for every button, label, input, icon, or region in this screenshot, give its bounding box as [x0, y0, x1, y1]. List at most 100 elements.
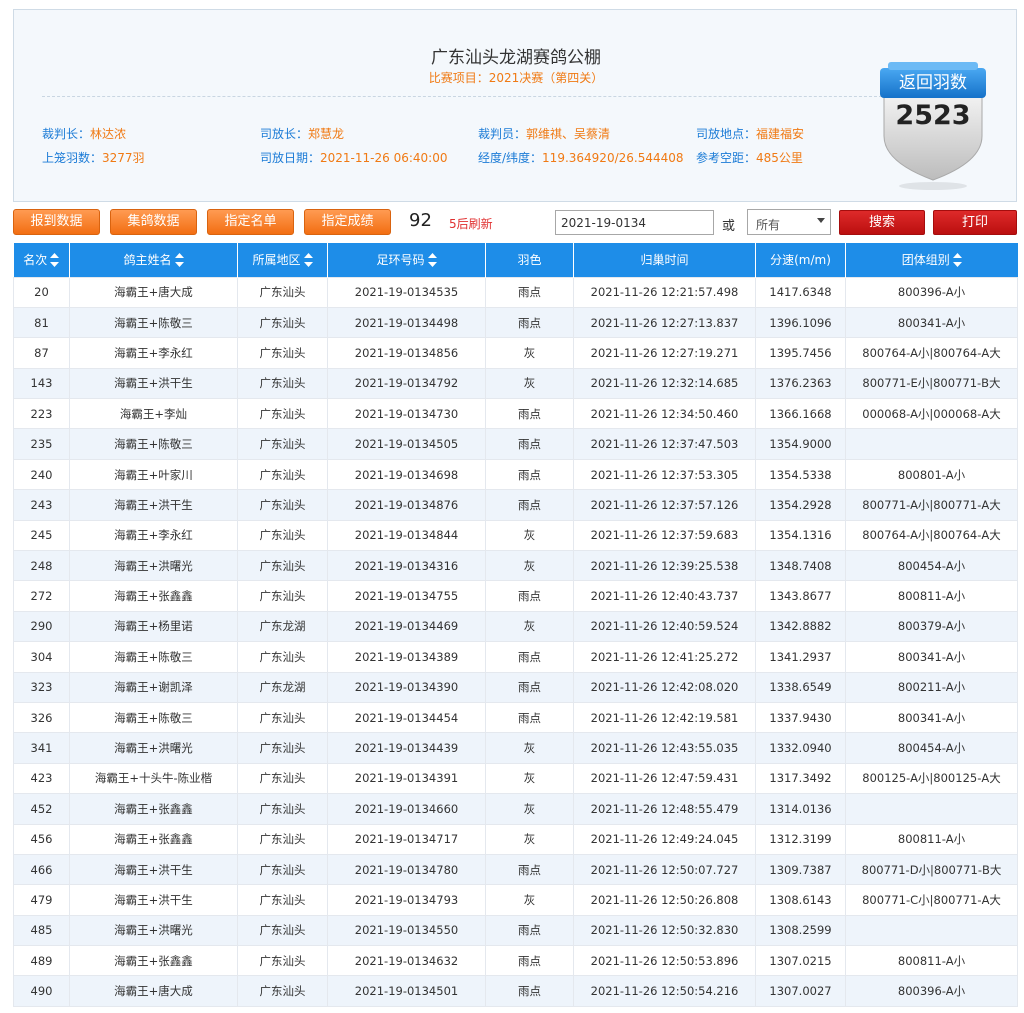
feather-color-cell: 雨点 — [485, 641, 574, 673]
team-group-cell: 000068-A小|000068-A大 — [845, 398, 1018, 430]
team-group-cell: 800771-E小|800771-B大 — [845, 367, 1018, 400]
ring-number-cell: 2021-19-0134389 — [327, 641, 486, 673]
speed-cell: 1314.0136 — [755, 793, 846, 825]
rank-cell: 81 — [13, 306, 70, 339]
ring-number-search-input[interactable] — [555, 210, 714, 235]
arrival-time-cell: 2021-11-26 12:49:24.045 — [573, 823, 756, 855]
column-owner-name[interactable]: 鸽主姓名 — [69, 243, 238, 277]
sort-icon — [50, 253, 60, 268]
owner-name-cell: 海霸王+谢凯泽 — [69, 671, 238, 703]
arrival-time-cell: 2021-11-26 12:40:43.737 — [573, 580, 756, 612]
table-row: 479 海霸王+洪干生 广东汕头 2021-19-0134793 灰 2021-11-26… — [13, 884, 1018, 916]
team-group-cell: 800811-A小 — [845, 945, 1018, 977]
table-row: 248 海霸王+洪曙光 广东汕头 2021-19-0134316 灰 2021-11-26… — [13, 550, 1018, 582]
team-group-cell — [845, 914, 1018, 947]
race-project-value: 2021决赛（第四关） — [488, 71, 604, 85]
returned-count-label: 返回羽数 — [899, 73, 967, 93]
table-row: 235 海霸王+陈敬三 广东汕头 2021-19-0134505 雨点 2021-11-2… — [13, 428, 1018, 460]
rank-cell: 240 — [13, 458, 70, 491]
feather-color-cell: 灰 — [485, 550, 574, 582]
owner-name-cell: 海霸王+洪干生 — [69, 489, 238, 521]
team-group-cell: 800811-A小 — [845, 823, 1018, 855]
owner-name-cell: 海霸王+张鑫鑫 — [69, 823, 238, 855]
ring-number-cell: 2021-19-0134844 — [327, 519, 486, 552]
designated-results-button[interactable]: 指定成绩 — [304, 209, 391, 235]
info-basketed-count: 上笼羽数：3277羽 — [42, 151, 145, 165]
region-cell: 广东汕头 — [237, 823, 328, 855]
arrival-time-cell: 2021-11-26 12:48:55.479 — [573, 793, 756, 825]
check-in-data-button[interactable]: 报到数据 — [13, 209, 100, 235]
info-coordinates: 经度/纬度：119.364920/26.544408 — [478, 151, 684, 165]
ring-number-cell: 2021-19-0134660 — [327, 793, 486, 825]
region-cell: 广东汕头 — [237, 975, 328, 1007]
column-region[interactable]: 所属地区 — [237, 243, 328, 277]
print-button[interactable]: 打印 — [933, 210, 1017, 235]
arrival-time-cell: 2021-11-26 12:37:57.126 — [573, 489, 756, 521]
speed-cell: 1317.3492 — [755, 762, 846, 795]
info-release-location: 司放地点：福建福安 — [696, 127, 805, 141]
team-group-cell: 800764-A小|800764-A大 — [845, 337, 1018, 369]
speed-cell: 1308.2599 — [755, 914, 846, 947]
feather-color-cell: 雨点 — [485, 671, 574, 703]
sort-icon — [427, 253, 437, 268]
rank-cell: 304 — [13, 641, 70, 673]
owner-name-cell: 海霸王+洪干生 — [69, 884, 238, 916]
filter-select[interactable]: 所有 — [747, 209, 831, 235]
ring-number-cell: 2021-19-0134316 — [327, 550, 486, 582]
column-ring-number[interactable]: 足环号码 — [327, 243, 486, 277]
speed-cell: 1366.1668 — [755, 398, 846, 430]
owner-name-cell: 海霸王+十头牛-陈业楷 — [69, 762, 238, 795]
ring-number-cell: 2021-19-0134876 — [327, 489, 486, 521]
designated-list-button[interactable]: 指定名单 — [207, 209, 294, 235]
arrival-time-cell: 2021-11-26 12:27:13.837 — [573, 306, 756, 339]
speed-cell: 1376.2363 — [755, 367, 846, 400]
ring-number-cell: 2021-19-0134535 — [327, 276, 486, 308]
owner-name-cell: 海霸王+张鑫鑫 — [69, 580, 238, 612]
arrival-time-cell: 2021-11-26 12:37:47.503 — [573, 428, 756, 460]
column-rank[interactable]: 名次 — [13, 243, 70, 277]
search-button[interactable]: 搜索 — [839, 210, 925, 235]
owner-name-cell: 海霸王+杨里诺 — [69, 610, 238, 643]
owner-name-cell: 海霸王+李永红 — [69, 519, 238, 552]
ring-number-cell: 2021-19-0134390 — [327, 671, 486, 703]
team-group-cell: 800771-C小|800771-A大 — [845, 884, 1018, 916]
owner-name-cell: 海霸王+唐大成 — [69, 975, 238, 1007]
ring-number-cell: 2021-19-0134501 — [327, 975, 486, 1007]
speed-cell: 1354.5338 — [755, 458, 846, 491]
results-table-body: 20 海霸王+唐大成 广东汕头 2021-19-0134535 雨点 2021-11-26… — [13, 276, 1018, 1007]
feather-color-cell: 灰 — [485, 519, 574, 552]
ring-number-cell: 2021-19-0134498 — [327, 306, 486, 339]
column-team-group[interactable]: 团体组别 — [845, 243, 1018, 277]
region-cell: 广东汕头 — [237, 580, 328, 612]
feather-color-cell: 灰 — [485, 367, 574, 400]
basketing-data-button[interactable]: 集鸽数据 — [110, 209, 197, 235]
region-cell: 广东汕头 — [237, 398, 328, 430]
region-cell: 广东汕头 — [237, 367, 328, 400]
feather-color-cell: 灰 — [485, 884, 574, 916]
sort-icon — [952, 253, 962, 268]
table-row: 223 海霸王+李灿 广东汕头 2021-19-0134730 雨点 2021-11-26… — [13, 398, 1018, 430]
column-speed: 分速(m/m) — [755, 243, 846, 277]
owner-name-cell: 海霸王+陈敬三 — [69, 306, 238, 339]
filter-select-value: 所有 — [756, 218, 781, 232]
feather-color-cell: 灰 — [485, 762, 574, 795]
table-row: 323 海霸王+谢凯泽 广东龙湖 2021-19-0134390 雨点 2021-11-2… — [13, 671, 1018, 703]
feather-color-cell: 雨点 — [485, 701, 574, 734]
region-cell: 广东汕头 — [237, 550, 328, 582]
region-cell: 广东汕头 — [237, 276, 328, 308]
table-row: 485 海霸王+洪曙光 广东汕头 2021-19-0134550 雨点 2021-11-2… — [13, 914, 1018, 947]
results-table: 名次 鸽主姓名 所属地区 足环号码 羽色 归巢时间 分速(m/m) 团体组别 2… — [13, 243, 1018, 1007]
chevron-down-icon — [817, 218, 825, 223]
owner-name-cell: 海霸王+洪曙光 — [69, 732, 238, 764]
rank-cell: 341 — [13, 732, 70, 764]
rank-cell: 485 — [13, 914, 70, 947]
ring-number-cell: 2021-19-0134469 — [327, 610, 486, 643]
rank-cell: 87 — [13, 337, 70, 369]
or-label: 或 — [722, 219, 736, 234]
rank-cell: 326 — [13, 701, 70, 734]
club-title: 广东汕头龙湖赛鸽公棚 — [431, 48, 601, 68]
race-project: 比赛项目：2021决赛（第四关） — [14, 69, 1018, 86]
region-cell: 广东汕头 — [237, 641, 328, 673]
region-cell: 广东汕头 — [237, 762, 328, 795]
table-row: 87 海霸王+李永红 广东汕头 2021-19-0134856 灰 2021-11-26 … — [13, 337, 1018, 369]
